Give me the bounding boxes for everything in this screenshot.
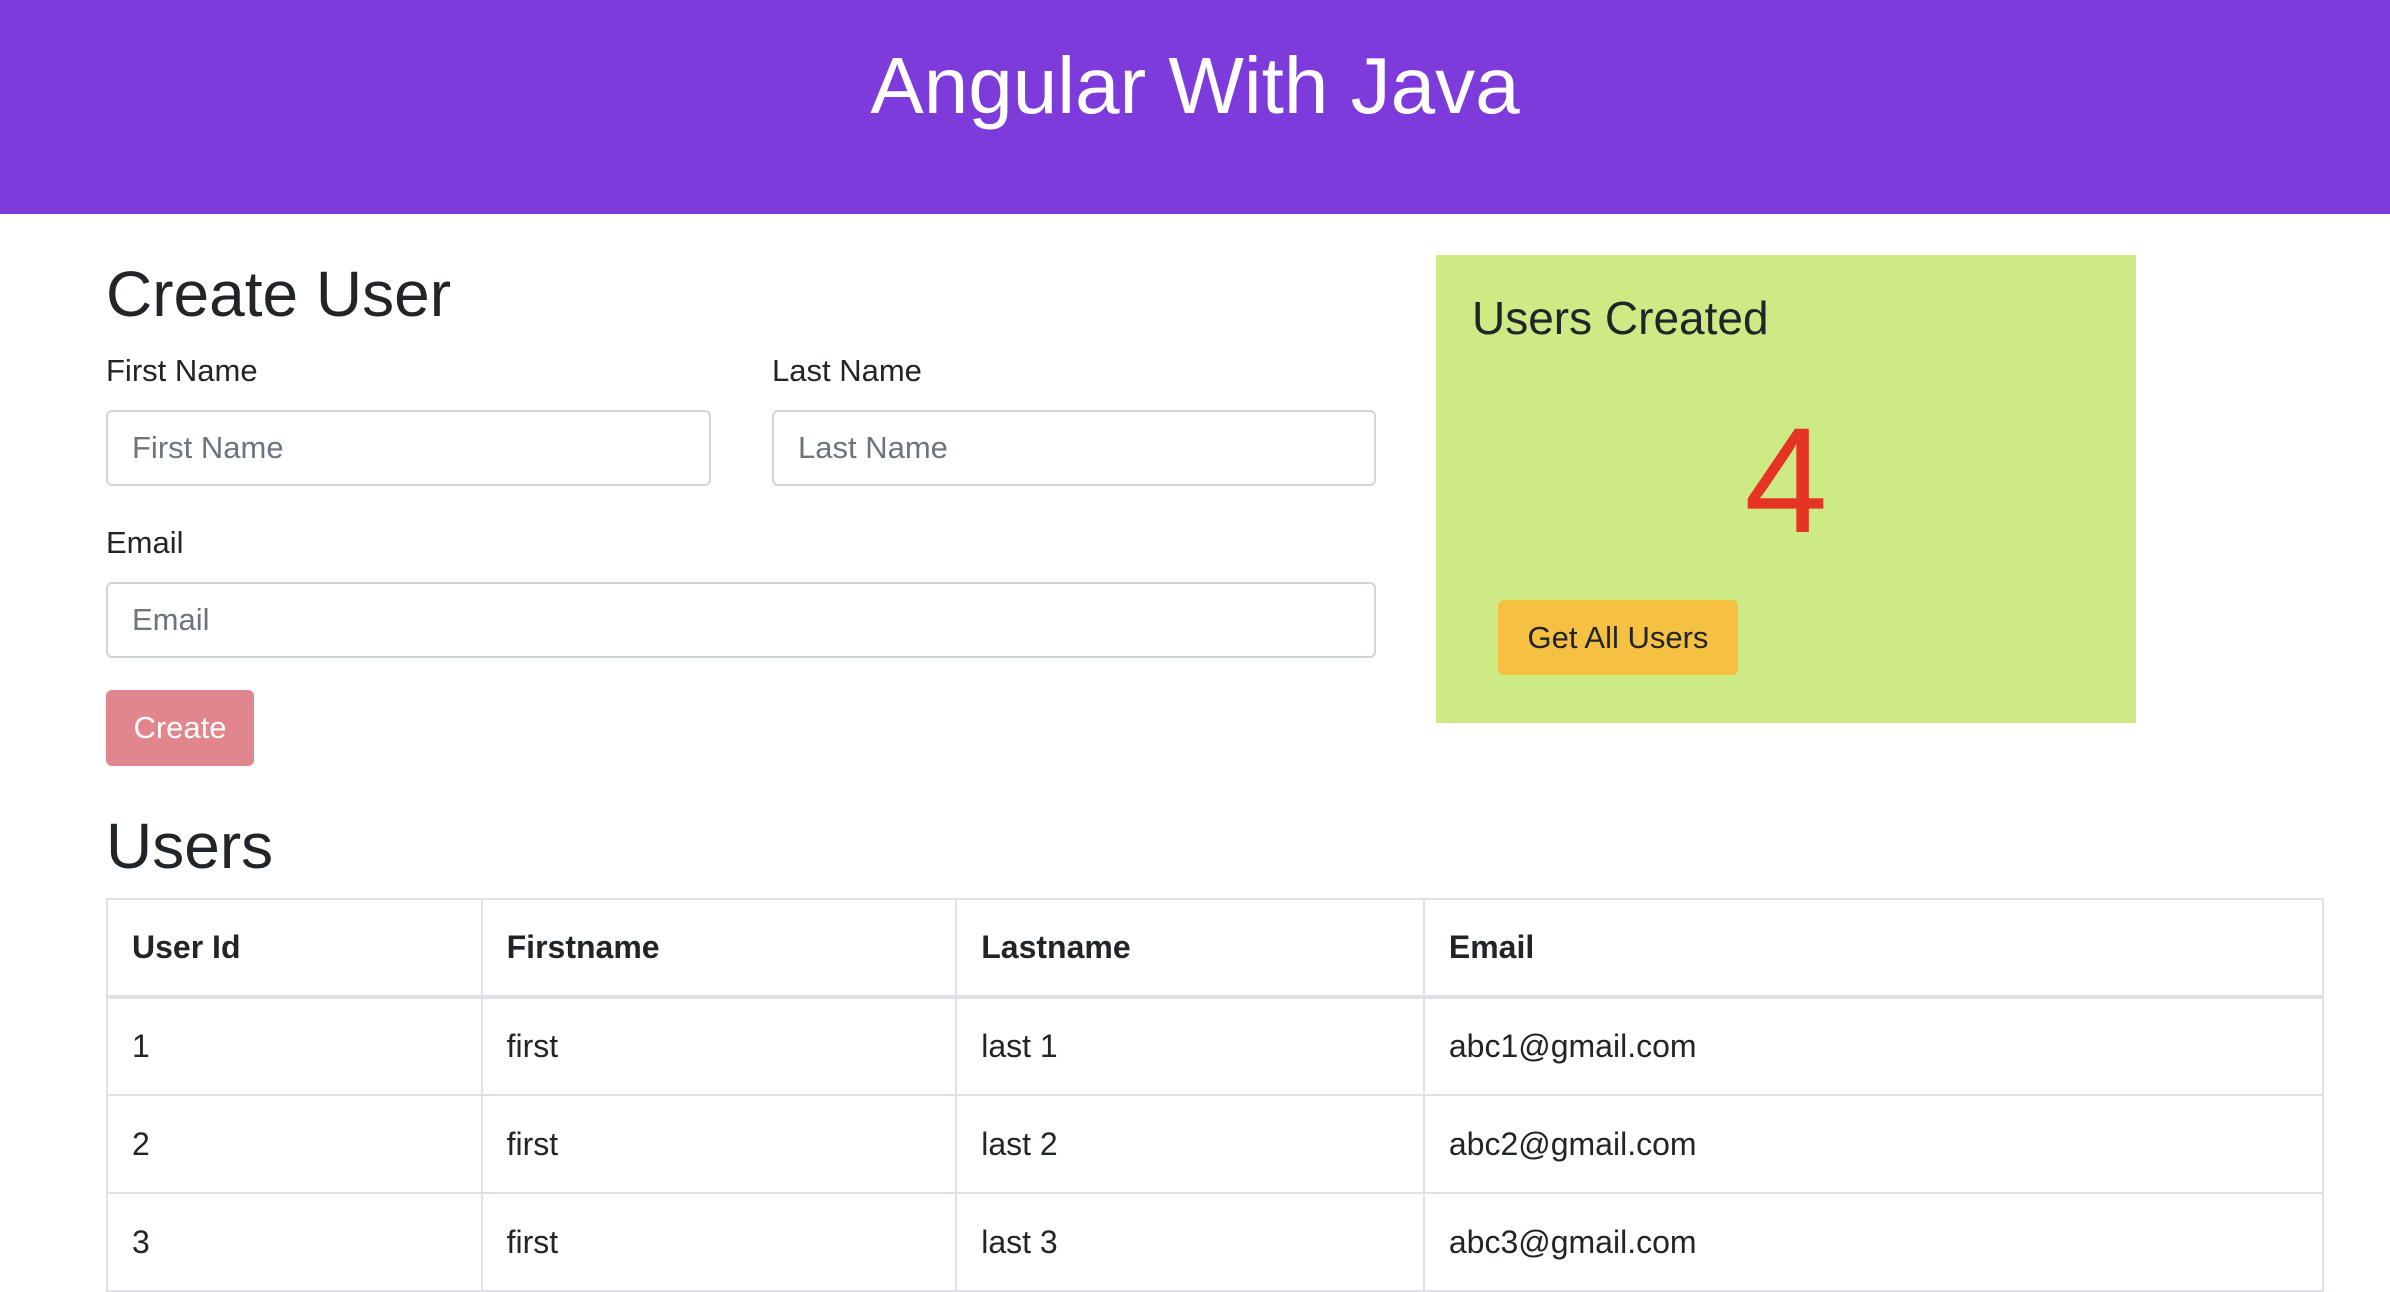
table-header-row: User Id Firstname Lastname Email	[106, 898, 2325, 999]
cell-email: abc2@gmail.com	[1422, 1094, 2325, 1194]
email-input[interactable]	[106, 582, 1376, 658]
cell-email: abc3@gmail.com	[1422, 1192, 2325, 1292]
app-header: Angular With Java	[0, 0, 2390, 214]
cell-lastname: last 1	[955, 996, 1425, 1096]
users-table: User Id Firstname Lastname Email 1 first…	[106, 898, 2325, 1292]
last-name-input[interactable]	[772, 410, 1376, 486]
cell-user-id: 2	[106, 1094, 483, 1194]
users-created-count: 4	[1744, 396, 1828, 564]
create-user-title: Create User	[106, 258, 451, 330]
table-row: 3 first last 3 abc3@gmail.com	[106, 1192, 2325, 1292]
users-created-title: Users Created	[1472, 292, 1769, 344]
cell-lastname: last 2	[955, 1094, 1425, 1194]
first-name-label: First Name	[106, 353, 258, 388]
column-header-lastname: Lastname	[955, 898, 1425, 999]
cell-email: abc1@gmail.com	[1422, 996, 2325, 1096]
column-header-user-id: User Id	[106, 898, 483, 999]
column-header-firstname: Firstname	[480, 898, 958, 999]
email-label: Email	[106, 525, 184, 560]
cell-firstname: first	[480, 1094, 958, 1194]
cell-user-id: 3	[106, 1192, 483, 1292]
table-row: 1 first last 1 abc1@gmail.com	[106, 996, 2325, 1096]
cell-user-id: 1	[106, 996, 483, 1096]
last-name-label: Last Name	[772, 353, 922, 388]
table-row: 2 first last 2 abc2@gmail.com	[106, 1094, 2325, 1194]
create-button[interactable]: Create	[106, 690, 254, 766]
users-title: Users	[106, 810, 274, 882]
column-header-email: Email	[1422, 898, 2325, 999]
cell-firstname: first	[480, 996, 958, 1096]
cell-firstname: first	[480, 1192, 958, 1292]
get-all-users-button[interactable]: Get All Users	[1498, 600, 1738, 675]
users-created-card: Users Created 4 Get All Users	[1436, 255, 2136, 723]
app-title: Angular With Java	[870, 41, 1520, 130]
cell-lastname: last 3	[955, 1192, 1425, 1292]
first-name-input[interactable]	[106, 410, 711, 486]
